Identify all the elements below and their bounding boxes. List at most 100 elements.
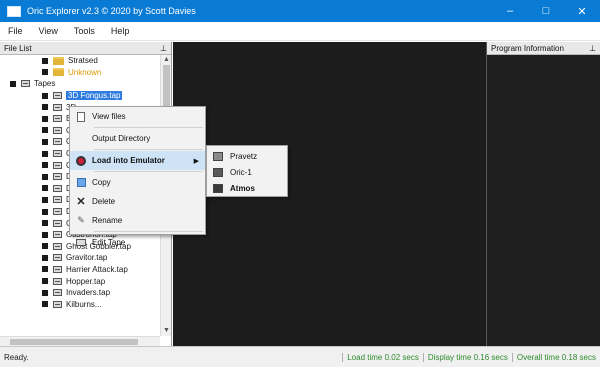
expand-icon[interactable] (42, 185, 48, 192)
program-information-panel: Program Information ⊥ (486, 42, 600, 346)
expand-icon[interactable] (42, 92, 48, 99)
expand-icon[interactable] (42, 150, 48, 157)
tree-item[interactable]: Gravitor.tap (0, 252, 160, 264)
pin-icon[interactable]: ⊥ (589, 44, 596, 53)
overall-time: Overall time 0.18 secs (511, 352, 600, 362)
expand-icon[interactable] (42, 301, 48, 308)
tree-item-label: Invaders.tap (66, 288, 111, 298)
expand-icon[interactable] (42, 57, 48, 64)
tape-icon (53, 289, 62, 297)
hscrollbar-thumb[interactable] (10, 339, 138, 345)
ctx-output-directory[interactable]: Output Directory (70, 129, 205, 148)
expand-icon[interactable] (42, 173, 48, 180)
ctx-label: Delete (92, 197, 116, 206)
context-menu: View files Output Directory Load into Em… (69, 106, 206, 247)
ctx-delete[interactable]: ✕ Delete (70, 192, 205, 211)
ctx-rename[interactable]: ✎ Rename (70, 211, 205, 230)
tape-icon (53, 300, 62, 308)
tape-icon (53, 277, 62, 285)
tree-item[interactable]: Unknown (0, 67, 160, 79)
expand-icon[interactable] (10, 80, 16, 87)
file-list-header: File List ⊥ (0, 42, 171, 55)
expand-icon[interactable] (42, 208, 48, 215)
tree-item[interactable]: Harrier Attack.tap (0, 264, 160, 276)
emulator-icon (76, 155, 86, 166)
menu-separator (94, 149, 203, 150)
expand-icon[interactable] (42, 69, 48, 76)
tree-item[interactable]: Hopper.tap (0, 275, 160, 287)
file-list-title: File List (4, 43, 32, 53)
expand-icon[interactable] (42, 127, 48, 134)
expand-icon[interactable] (42, 289, 48, 296)
display-time: Display time 0.16 secs (422, 352, 512, 362)
menu-separator (94, 171, 203, 172)
delete-icon: ✕ (76, 196, 86, 208)
status-bar: Ready. Load time 0.02 secs Display time … (0, 346, 600, 367)
tape-icon (21, 80, 30, 88)
ctx-copy[interactable]: Copy (70, 173, 205, 192)
expand-icon[interactable] (42, 231, 48, 238)
ctx-view-files[interactable]: View files (70, 107, 205, 126)
program-information-title: Program Information (491, 43, 564, 53)
tree-item[interactable]: Tapes (0, 78, 160, 90)
expand-icon[interactable] (42, 115, 48, 122)
submenu-pravetz[interactable]: Pravetz (207, 148, 287, 164)
tree-item[interactable]: Invaders.tap (0, 287, 160, 299)
ctx-label: Output Directory (92, 134, 151, 143)
tree-item-label: Gravitor.tap (66, 253, 108, 263)
tape-icon (53, 138, 62, 146)
expand-icon[interactable] (42, 243, 48, 250)
menu-file[interactable]: File (0, 26, 31, 36)
close-button[interactable]: ✕ (564, 0, 600, 22)
menu-separator (94, 127, 203, 128)
submenu-label: Pravetz (230, 151, 258, 161)
maximize-button[interactable]: □ (528, 0, 564, 22)
ctx-label: Rename (92, 216, 123, 225)
expand-icon[interactable] (42, 266, 48, 273)
window-title: Oric Explorer v2.3 © 2020 by Scott Davie… (27, 6, 196, 16)
tape-icon (53, 242, 62, 250)
folder-icon (53, 68, 64, 77)
scroll-down-icon[interactable]: ▼ (161, 326, 172, 336)
title-bar: Oric Explorer v2.3 © 2020 by Scott Davie… (0, 0, 600, 22)
expand-icon[interactable] (42, 104, 48, 111)
menu-tools[interactable]: Tools (66, 26, 103, 36)
tape-icon (53, 254, 62, 262)
tree-item-label: Harrier Attack.tap (66, 264, 128, 274)
ctx-load-into-emulator[interactable]: Load into Emulator ▶ (70, 151, 205, 170)
expand-icon[interactable] (42, 196, 48, 203)
tree-item[interactable]: 3D Fongus.tap (0, 90, 160, 102)
tree-item[interactable]: Kilburns... (0, 298, 160, 310)
submenu-oric-1[interactable]: Oric-1 (207, 164, 287, 180)
submenu-label: Oric-1 (230, 167, 252, 177)
edit-tape-icon (76, 239, 86, 246)
load-time: Load time 0.02 secs (342, 352, 423, 362)
expand-icon[interactable] (42, 162, 48, 169)
submenu-arrow-icon: ▶ (193, 157, 199, 165)
tree-item-label: Kilburns... (66, 299, 102, 309)
document-icon (77, 111, 85, 122)
horizontal-scrollbar[interactable] (0, 336, 160, 346)
minimize-button[interactable]: – (492, 0, 528, 22)
tape-icon (53, 184, 62, 192)
pin-icon[interactable]: ⊥ (160, 44, 167, 53)
ctx-label: View files (92, 112, 126, 121)
submenu-atmos[interactable]: Atmos (207, 180, 287, 196)
scroll-up-icon[interactable]: ▲ (161, 55, 172, 65)
expand-icon[interactable] (42, 220, 48, 227)
ctx-label: Copy (92, 178, 111, 187)
expand-icon[interactable] (42, 254, 48, 261)
menu-view[interactable]: View (31, 26, 66, 36)
ctx-label: Edit Tape (92, 238, 126, 247)
ctx-edit-tape[interactable]: Edit Tape (70, 233, 205, 252)
ctx-label: Load into Emulator (92, 156, 165, 165)
expand-icon[interactable] (42, 278, 48, 285)
app-icon (7, 5, 21, 17)
tree-item[interactable]: Stratsed (0, 55, 160, 67)
menu-bar: File View Tools Help (0, 22, 600, 41)
expand-icon[interactable] (42, 138, 48, 145)
computer-icon (213, 167, 223, 177)
folder-icon (53, 56, 64, 65)
tape-icon (53, 115, 62, 123)
menu-help[interactable]: Help (103, 26, 138, 36)
